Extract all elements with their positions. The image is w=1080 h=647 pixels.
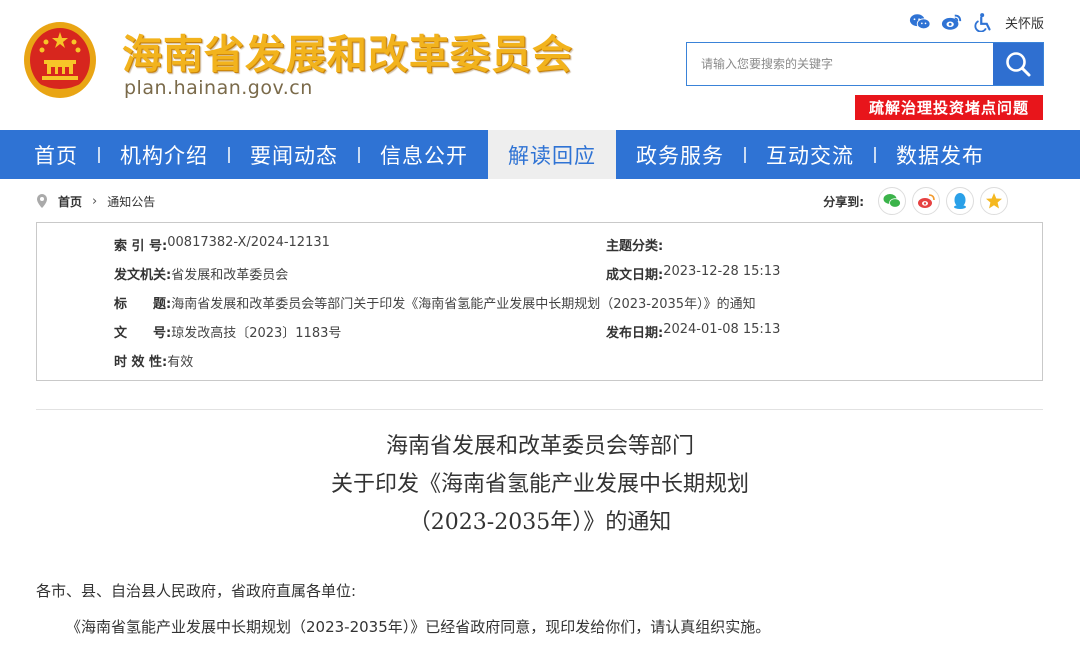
weibo-icon bbox=[918, 194, 935, 208]
main-nav: 首页 机构介绍 要闻动态 信息公开 解读回应 政务服务 互动交流 数据发布 bbox=[0, 130, 1080, 179]
nav-item-data[interactable]: 数据发布 bbox=[876, 130, 1004, 179]
nav-item-disclosure[interactable]: 信息公开 bbox=[360, 130, 488, 179]
meta-created: 成文日期: 2023-12-28 15:13 bbox=[606, 264, 780, 283]
top-tools: 关怀版 bbox=[909, 12, 1044, 32]
document-meta-box: 索 引 号: 00817382-X/2024-12131 主题分类: 发文机关:… bbox=[36, 222, 1043, 381]
meta-issuer-value: 省发展和改革委员会 bbox=[171, 268, 289, 283]
breadcrumb-home[interactable]: 首页 bbox=[58, 193, 82, 210]
meta-title-label: 标 题: bbox=[114, 297, 172, 312]
search-icon bbox=[1006, 52, 1031, 77]
meta-issuer: 发文机关: 省发展和改革委员会 bbox=[114, 264, 288, 283]
meta-index-value: 00817382-X/2024-12131 bbox=[167, 235, 330, 250]
site-url: plan.hainan.gov.cn bbox=[124, 77, 313, 99]
share-weibo-button[interactable] bbox=[912, 187, 940, 215]
nav-item-interaction[interactable]: 互动交流 bbox=[746, 130, 874, 179]
meta-index-label: 索 引 号: bbox=[114, 239, 168, 254]
content-divider bbox=[36, 409, 1043, 410]
wechat-icon[interactable] bbox=[909, 12, 931, 32]
weibo-icon[interactable] bbox=[941, 12, 963, 32]
breadcrumb: 首页 › 通知公告 bbox=[36, 188, 155, 214]
document-title-line: （2023-2035年）》的通知 bbox=[408, 510, 672, 535]
meta-docno-value: 琼发改高技〔2023〕1183号 bbox=[171, 326, 342, 341]
meta-published: 发布日期: 2024-01-08 15:13 bbox=[606, 322, 780, 341]
meta-published-value: 2024-01-08 15:13 bbox=[663, 322, 781, 337]
document-title-line: 海南省发展和改革委员会等部门 bbox=[385, 434, 694, 459]
wechat-icon bbox=[883, 194, 901, 208]
accessibility-icon[interactable] bbox=[973, 12, 995, 32]
meta-docno-label: 文 号: bbox=[114, 326, 172, 341]
meta-topic-label: 主题分类: bbox=[606, 239, 664, 254]
meta-created-label: 成文日期: bbox=[606, 268, 664, 283]
meta-title-value: 海南省发展和改革委员会等部门关于印发《海南省氢能产业发展中长期规划（2023-2… bbox=[171, 297, 756, 312]
nav-item-home[interactable]: 首页 bbox=[14, 130, 98, 179]
meta-docno: 文 号: 琼发改高技〔2023〕1183号 bbox=[114, 322, 341, 341]
meta-published-label: 发布日期: bbox=[606, 326, 664, 341]
meta-validity: 时 效 性: 有效 bbox=[114, 351, 193, 370]
meta-index: 索 引 号: 00817382-X/2024-12131 bbox=[114, 235, 330, 254]
search-button[interactable] bbox=[993, 43, 1043, 85]
breadcrumb-current[interactable]: 通知公告 bbox=[107, 193, 155, 210]
nav-item-services[interactable]: 政务服务 bbox=[616, 130, 744, 179]
share-qzone-button[interactable] bbox=[980, 187, 1008, 215]
search-box bbox=[686, 42, 1044, 86]
meta-validity-label: 时 效 性: bbox=[114, 355, 168, 370]
meta-title: 标 题: 海南省发展和改革委员会等部门关于印发《海南省氢能产业发展中长期规划（2… bbox=[114, 293, 756, 312]
share-qq-button[interactable] bbox=[946, 187, 974, 215]
chevron-right-icon: › bbox=[92, 193, 98, 209]
search-input[interactable] bbox=[687, 43, 993, 85]
care-mode-link[interactable]: 关怀版 bbox=[1005, 13, 1044, 32]
star-icon bbox=[986, 193, 1002, 209]
nav-item-about[interactable]: 机构介绍 bbox=[100, 130, 228, 179]
meta-validity-value: 有效 bbox=[167, 355, 194, 370]
investment-issue-banner[interactable]: 疏解治理投资堵点问题 bbox=[855, 95, 1043, 120]
meta-issuer-label: 发文机关: bbox=[114, 268, 172, 283]
location-pin-icon bbox=[37, 194, 47, 208]
meta-topic: 主题分类: bbox=[606, 235, 663, 254]
nav-item-news[interactable]: 要闻动态 bbox=[230, 130, 358, 179]
share-label: 分享到: bbox=[823, 194, 864, 209]
nav-item-interpretation[interactable]: 解读回应 bbox=[488, 130, 616, 179]
meta-created-value: 2023-12-28 15:13 bbox=[663, 264, 781, 279]
site-title[interactable]: 海南省发展和改革委员会 bbox=[122, 22, 573, 80]
qq-icon bbox=[954, 193, 966, 209]
site-header: 海南省发展和改革委员会 plan.hainan.gov.cn 关怀版 请输入您要… bbox=[0, 0, 1080, 130]
document-salutation: 各市、县、自治县人民政府，省政府直属各单位: bbox=[36, 582, 357, 600]
document-paragraph: 《海南省氢能产业发展中长期规划（2023-2035年）》已经省政府同意，现印发给… bbox=[66, 618, 771, 636]
share-bar: 分享到: bbox=[823, 187, 1008, 215]
share-wechat-button[interactable] bbox=[878, 187, 906, 215]
document-title: 海南省发展和改革委员会等部门 关于印发《海南省氢能产业发展中长期规划 （2023… bbox=[0, 428, 1080, 542]
document-title-line: 关于印发《海南省氢能产业发展中长期规划 bbox=[330, 472, 749, 497]
national-emblem-icon[interactable] bbox=[22, 20, 98, 100]
